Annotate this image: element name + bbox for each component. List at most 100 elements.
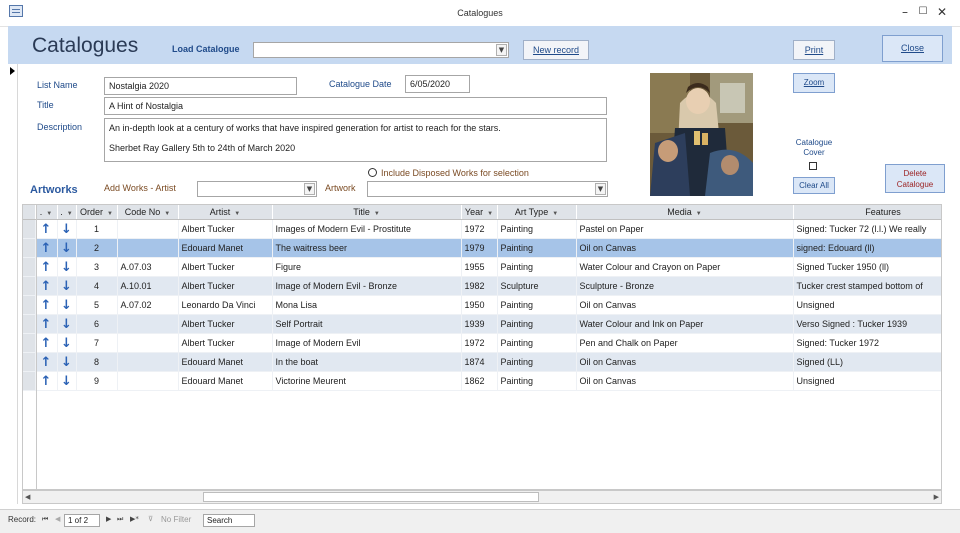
cell-media[interactable]: Oil on Canvas — [576, 295, 794, 315]
cell-features[interactable]: Verso Signed : Tucker 1939 — [793, 314, 941, 334]
cell-type[interactable]: Painting — [497, 352, 577, 372]
column-header-year[interactable]: Year ▼ — [461, 205, 498, 220]
cell-code[interactable] — [117, 219, 179, 239]
cell-media[interactable]: Pastel on Paper — [576, 219, 794, 239]
table-row[interactable]: ↑ ↓ 4 A.10.01 Albert Tucker Image of Modern E… — [23, 276, 941, 296]
move-down-arrow-icon[interactable]: ↓ — [57, 238, 77, 258]
row-selector[interactable] — [23, 314, 36, 334]
table-row[interactable]: ↑ ↓ 9 Edouard Manet Victorine Meurent 1862 Pai… — [23, 371, 941, 391]
row-selector[interactable] — [23, 257, 36, 277]
cell-artist[interactable]: Albert Tucker — [178, 257, 273, 277]
cell-type[interactable]: Painting — [497, 333, 577, 353]
cell-features[interactable]: Unsigned — [793, 295, 941, 315]
cell-title[interactable]: Image of Modern Evil - Bronze — [272, 276, 462, 296]
previous-record-icon[interactable]: ◀ — [55, 515, 60, 523]
print-button[interactable]: Print — [793, 40, 835, 60]
cell-code[interactable] — [117, 333, 179, 353]
table-row[interactable]: ↑ ↓ 3 A.07.03 Albert Tucker Figure 1955 Paintin… — [23, 257, 941, 277]
cell-features[interactable]: Signed: Tucker 1972 — [793, 333, 941, 353]
record-number-field[interactable]: 1 of 2 — [64, 514, 100, 527]
move-up-arrow-icon[interactable]: ↑ — [35, 314, 58, 334]
cell-type[interactable]: Painting — [497, 295, 577, 315]
cell-artist[interactable]: Edouard Manet — [178, 352, 273, 372]
column-header-title[interactable]: Title ▼ — [272, 205, 462, 220]
table-row[interactable]: ↑ ↓ 5 A.07.02 Leonardo Da Vinci Mona Lisa 1950… — [23, 295, 941, 315]
move-up-arrow-icon[interactable]: ↑ — [35, 352, 58, 372]
cell-type[interactable]: Painting — [497, 238, 577, 258]
column-header-art-type[interactable]: Art Type ▼ — [497, 205, 577, 220]
cell-code[interactable]: A.07.02 — [117, 295, 179, 315]
move-up-arrow-icon[interactable]: ↑ — [35, 219, 58, 239]
cell-code[interactable]: A.10.01 — [117, 276, 179, 296]
clear-all-button[interactable]: Clear All — [793, 177, 835, 194]
chevron-down-icon[interactable]: ▼ — [496, 44, 507, 56]
cell-order[interactable]: 4 — [76, 276, 118, 296]
cell-order[interactable]: 9 — [76, 371, 118, 391]
cell-year[interactable]: 1939 — [461, 314, 498, 334]
cell-order[interactable]: 2 — [76, 238, 118, 258]
cell-title[interactable]: Victorine Meurent — [272, 371, 462, 391]
zoom-button[interactable]: Zoom — [793, 73, 835, 93]
cell-artist[interactable]: Leonardo Da Vinci — [178, 295, 273, 315]
cell-order[interactable]: 8 — [76, 352, 118, 372]
move-down-arrow-icon[interactable]: ↓ — [57, 276, 77, 296]
scroll-right-icon[interactable]: ▶ — [934, 493, 939, 501]
cell-title[interactable]: The waitress beer — [272, 238, 462, 258]
close-button[interactable]: Close — [882, 35, 943, 62]
add-artwork-combo[interactable]: ▼ — [367, 181, 608, 197]
move-down-arrow-icon[interactable]: ↓ — [57, 352, 77, 372]
include-disposed-radio[interactable] — [368, 168, 377, 177]
table-row[interactable]: ↑ ↓ 7 Albert Tucker Image of Modern Evil 1972… — [23, 333, 941, 353]
move-up-arrow-icon[interactable]: ↑ — [35, 238, 58, 258]
cell-year[interactable]: 1950 — [461, 295, 498, 315]
table-row[interactable]: ↑ ↓ 2 Edouard Manet The waitress beer 1979 Pai… — [23, 238, 941, 258]
column-header-order[interactable]: Order ▼ — [76, 205, 118, 220]
cell-features[interactable]: Unsigned — [793, 371, 941, 391]
cell-artist[interactable]: Albert Tucker — [178, 314, 273, 334]
close-window-icon[interactable]: ✕ — [933, 4, 951, 20]
cell-media[interactable]: Oil on Canvas — [576, 238, 794, 258]
cell-media[interactable]: Pen and Chalk on Paper — [576, 333, 794, 353]
cell-type[interactable]: Painting — [497, 314, 577, 334]
cell-type[interactable]: Painting — [497, 257, 577, 277]
cell-year[interactable]: 1982 — [461, 276, 498, 296]
description-field[interactable]: An in-depth look at a century of works t… — [104, 118, 607, 162]
no-filter-label[interactable]: No Filter — [161, 515, 191, 524]
cell-order[interactable]: 1 — [76, 219, 118, 239]
cell-features[interactable]: Signed: Tucker 72 (l.l.) We really — [793, 219, 941, 239]
cell-code[interactable] — [117, 314, 179, 334]
cell-code[interactable] — [117, 238, 179, 258]
cell-media[interactable]: Water Colour and Ink on Paper — [576, 314, 794, 334]
cell-code[interactable] — [117, 352, 179, 372]
cell-artist[interactable]: Albert Tucker — [178, 219, 273, 239]
search-input[interactable]: Search — [203, 514, 255, 527]
new-record-nav-icon[interactable]: ▶* — [130, 515, 139, 523]
column-header-media[interactable]: Media ▼ — [576, 205, 794, 220]
chevron-down-icon[interactable]: ▼ — [595, 183, 606, 195]
cell-title[interactable]: Mona Lisa — [272, 295, 462, 315]
cell-artist[interactable]: Albert Tucker — [178, 276, 273, 296]
cell-features[interactable]: Signed (LL) — [793, 352, 941, 372]
cell-artist[interactable]: Albert Tucker — [178, 333, 273, 353]
row-selector[interactable] — [23, 371, 36, 391]
cell-order[interactable]: 3 — [76, 257, 118, 277]
cell-features[interactable]: signed: Edouard (ll) — [793, 238, 941, 258]
load-catalogue-combo[interactable]: ▼ — [253, 42, 509, 58]
table-row[interactable]: ↑ ↓ 1 Albert Tucker Images of Modern Evil - … — [23, 219, 941, 239]
cell-code[interactable]: A.07.03 — [117, 257, 179, 277]
column-header-features[interactable]: Features — [793, 205, 941, 220]
catalogue-date-field[interactable]: 6/05/2020 — [405, 75, 470, 93]
move-down-arrow-icon[interactable]: ↓ — [57, 257, 77, 277]
cell-title[interactable]: Figure — [272, 257, 462, 277]
column-header-up[interactable]: . ▼ — [35, 205, 58, 220]
move-down-arrow-icon[interactable]: ↓ — [57, 371, 77, 391]
cell-artist[interactable]: Edouard Manet — [178, 238, 273, 258]
cell-type[interactable]: Painting — [497, 219, 577, 239]
cell-type[interactable]: Painting — [497, 371, 577, 391]
move-up-arrow-icon[interactable]: ↑ — [35, 276, 58, 296]
move-down-arrow-icon[interactable]: ↓ — [57, 333, 77, 353]
horizontal-scrollbar[interactable]: ◀ ▶ — [22, 490, 942, 504]
cell-order[interactable]: 7 — [76, 333, 118, 353]
row-selector[interactable] — [23, 219, 36, 239]
scroll-left-icon[interactable]: ◀ — [25, 493, 30, 501]
